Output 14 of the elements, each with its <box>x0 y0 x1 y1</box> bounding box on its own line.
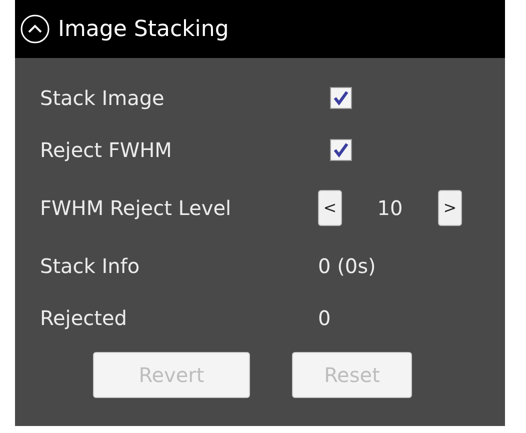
increment-button[interactable]: > <box>438 190 462 226</box>
value-text: 0 (0s) <box>318 253 376 280</box>
field-label: Rejected <box>40 305 128 332</box>
checkbox[interactable] <box>330 139 352 161</box>
decrement-button[interactable]: < <box>318 190 342 226</box>
field-label: Reject FWHM <box>40 137 173 164</box>
field-label: FWHM Reject Level <box>40 195 232 222</box>
field-label: Stack Image <box>40 85 166 112</box>
value-text: 10 <box>376 195 404 222</box>
panel-title: Image Stacking <box>58 16 229 44</box>
checkbox[interactable] <box>330 87 352 109</box>
field-label: Stack Info <box>40 253 141 280</box>
collapse-icon[interactable] <box>20 14 50 44</box>
value-text: 0 <box>318 305 331 332</box>
